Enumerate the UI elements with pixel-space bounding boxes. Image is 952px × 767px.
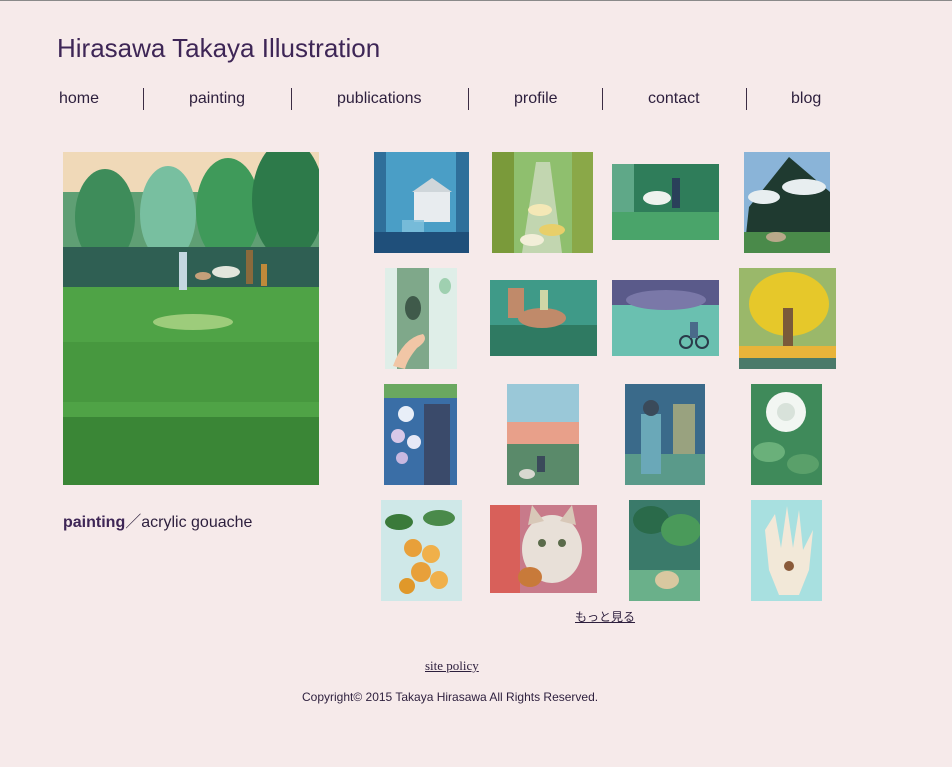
nav-contact[interactable]: contact	[648, 90, 700, 108]
featured-painting-image[interactable]	[63, 152, 319, 485]
thumbnail-horse-rider[interactable]	[490, 280, 597, 356]
nav-painting[interactable]: painting	[189, 90, 245, 108]
nav-divider	[143, 88, 144, 110]
caption-separator: ／	[125, 514, 142, 531]
nav-blog[interactable]: blog	[791, 90, 821, 108]
nav-profile[interactable]: profile	[514, 90, 558, 108]
site-title[interactable]: Hirasawa Takaya Illustration	[57, 33, 380, 64]
thumbnail-deer-tree[interactable]	[744, 152, 830, 253]
thumbnail-cyclist-night[interactable]	[612, 280, 719, 356]
thumbnail-loquat-fruit[interactable]	[381, 500, 462, 601]
copyright-text: Copyright© 2015 Takaya Hirasawa All Righ…	[302, 690, 599, 704]
thumbnail-cat-portrait[interactable]	[490, 505, 597, 593]
thumbnail-lantern-path[interactable]	[492, 152, 593, 253]
thumbnail-white-dog-forest[interactable]	[612, 164, 719, 240]
thumbnail-window-house[interactable]	[374, 152, 469, 253]
caption-medium: acrylic gouache	[141, 514, 253, 531]
thumbnail-boy-night[interactable]	[625, 384, 705, 485]
caption-category: painting	[63, 514, 126, 531]
nav-publications[interactable]: publications	[337, 90, 422, 108]
thumbnail-open-hand[interactable]	[751, 500, 822, 601]
main-nav: home painting publications profile conta…	[0, 88, 952, 110]
thumbnail-hand-tree[interactable]	[385, 268, 457, 369]
thumbnail-bear-forest[interactable]	[629, 500, 700, 601]
nav-divider	[602, 88, 603, 110]
nav-divider	[291, 88, 292, 110]
thumbnail-flowers-person[interactable]	[384, 384, 457, 485]
nav-home[interactable]: home	[59, 90, 99, 108]
view-more-link[interactable]: もっと見る	[575, 608, 635, 625]
nav-divider	[746, 88, 747, 110]
thumbnail-sunset-field[interactable]	[507, 384, 579, 485]
featured-caption: painting／acrylic gouache	[63, 508, 252, 532]
site-policy-link[interactable]: site policy	[425, 658, 479, 674]
thumbnail-white-rose[interactable]	[751, 384, 822, 485]
thumbnail-yellow-tree[interactable]	[739, 268, 836, 369]
nav-divider	[468, 88, 469, 110]
